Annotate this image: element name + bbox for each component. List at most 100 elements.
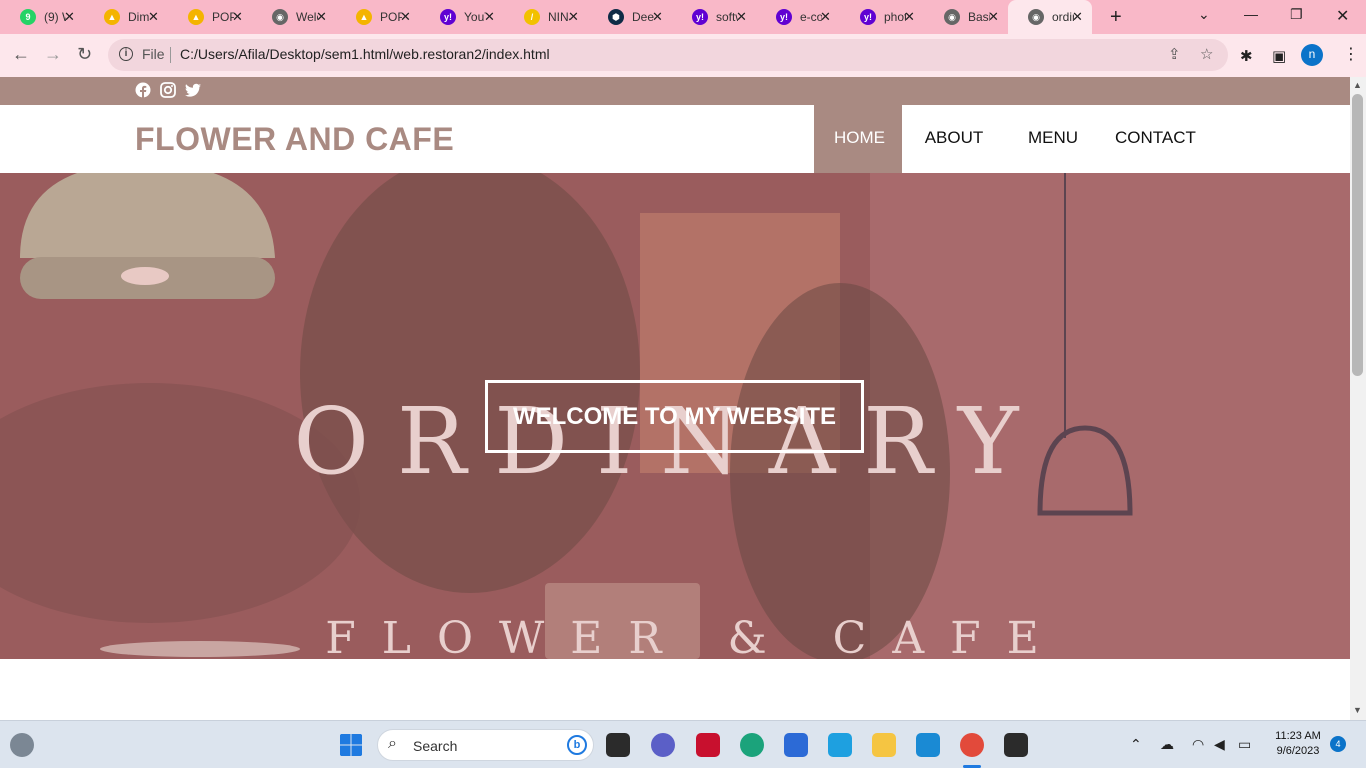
nav-home[interactable]: HOME [814, 105, 902, 173]
start-button[interactable] [339, 733, 363, 757]
browser-tab[interactable]: ◉ Welcome✕ [252, 0, 336, 34]
tab-close-icon[interactable]: ✕ [1072, 9, 1083, 25]
taskbar-clock[interactable]: 11:23 AM 9/6/2023 [1268, 729, 1328, 759]
browser-tab[interactable]: ▲ Dimas✕ [84, 0, 168, 34]
tab-search-icon[interactable]: ⌄ [1198, 6, 1210, 23]
onedrive-icon[interactable]: ☁ [1160, 736, 1174, 753]
browser-tab[interactable]: y! e-commerce✕ [756, 0, 840, 34]
bookmark-star-icon[interactable]: ☆ [1200, 45, 1213, 63]
welcome-box: WELCOME TO MY WEBSITE [485, 380, 864, 453]
browser-tab[interactable]: 9 (9) WhatsApp✕ [0, 0, 84, 34]
tab-close-icon[interactable]: ✕ [400, 9, 411, 25]
store-icon[interactable] [784, 733, 808, 757]
profile-avatar[interactable]: n [1301, 44, 1323, 66]
weather-widget-icon[interactable] [10, 733, 34, 757]
tab-favicon-icon: / [524, 9, 540, 25]
scroll-down-arrow[interactable]: ▼ [1353, 705, 1362, 715]
tab-close-icon[interactable]: ✕ [904, 9, 915, 25]
hero-sign-bottom: FLOWER & CAFE [325, 613, 1065, 659]
instagram-icon[interactable] [160, 82, 176, 98]
site-info-icon[interactable]: i [119, 47, 133, 61]
browser-tab[interactable]: ◉ Basic✕ [924, 0, 1008, 34]
browser-tab[interactable]: / NINJA✕ [504, 0, 588, 34]
chrome-icon[interactable] [960, 733, 984, 757]
tab-close-icon[interactable]: ✕ [64, 9, 75, 25]
chat-icon[interactable] [651, 733, 675, 757]
vscode-icon[interactable] [916, 733, 940, 757]
tab-favicon-icon: ▲ [104, 9, 120, 25]
volume-icon[interactable]: ◀ [1214, 736, 1225, 753]
tab-title: photo [884, 10, 906, 24]
site-brand[interactable]: FLOWER AND CAFE [135, 121, 454, 158]
new-tab-button[interactable]: + [1110, 6, 1122, 29]
twitter-icon[interactable] [185, 82, 201, 98]
browser-tab[interactable]: ▲ POP ✕ [168, 0, 252, 34]
site-header: FLOWER AND CAFE HOME ABOUT MENU CONTACT [0, 105, 1350, 173]
edge-icon[interactable] [740, 733, 764, 757]
tab-close-icon[interactable]: ✕ [736, 9, 747, 25]
taskbar-search[interactable]: ⌕ Search b [377, 729, 594, 761]
scrollbar-thumb[interactable] [1352, 94, 1363, 376]
nav-contact[interactable]: CONTACT [1093, 105, 1213, 173]
nav-menu[interactable]: MENU [1006, 105, 1093, 173]
tab-title: YouTube [464, 10, 486, 24]
browser-tab[interactable]: y! software✕ [672, 0, 756, 34]
minimize-button[interactable]: — [1244, 6, 1258, 22]
l-app-icon[interactable] [828, 733, 852, 757]
tab-title: Basic [968, 10, 990, 24]
wifi-icon[interactable]: ◠ [1192, 736, 1204, 753]
url-text[interactable]: C:/Users/Afila/Desktop/sem1.html/web.res… [180, 46, 550, 62]
tab-close-icon[interactable]: ✕ [232, 9, 243, 25]
tab-favicon-icon: ◉ [944, 9, 960, 25]
tab-favicon-icon: ◉ [1028, 9, 1044, 25]
notification-badge[interactable]: 4 [1330, 736, 1346, 752]
tab-favicon-icon: y! [776, 9, 792, 25]
address-prefix: File [142, 46, 165, 62]
browser-tab[interactable]: ◉ ordinary✕ [1008, 0, 1092, 34]
tab-close-icon[interactable]: ✕ [568, 9, 579, 25]
share-icon[interactable]: ⇪ [1168, 45, 1181, 63]
social-strip [0, 77, 1350, 105]
clock-date: 9/6/2023 [1276, 745, 1320, 757]
tab-title: NINJA [548, 10, 570, 24]
task-view-icon[interactable] [606, 733, 630, 757]
tab-close-icon[interactable]: ✕ [652, 9, 663, 25]
tab-close-icon[interactable]: ✕ [820, 9, 831, 25]
page-viewport: FLOWER AND CAFE HOME ABOUT MENU CONTACT … [0, 77, 1350, 720]
browser-tab[interactable]: y! YouTube✕ [420, 0, 504, 34]
search-icon: ⌕ [388, 735, 397, 752]
back-button[interactable]: ← [12, 44, 30, 65]
side-panel-icon[interactable]: ▣ [1272, 47, 1286, 65]
browser-tab[interactable]: y! photo✕ [840, 0, 924, 34]
close-window-button[interactable]: ✕ [1336, 6, 1349, 26]
scroll-up-arrow[interactable]: ▲ [1353, 80, 1362, 90]
browser-tab[interactable]: ▲ POP ✕ [336, 0, 420, 34]
nav-about[interactable]: ABOUT [902, 105, 1006, 173]
tab-title: ordinary [1052, 10, 1074, 24]
tab-favicon-icon: ◉ [272, 9, 288, 25]
tab-close-icon[interactable]: ✕ [988, 9, 999, 25]
tab-close-icon[interactable]: ✕ [148, 9, 159, 25]
browser-tab[interactable]: ⬢ DeepL✕ [588, 0, 672, 34]
battery-icon[interactable]: ▭ [1238, 736, 1251, 753]
browser-toolbar: ← → ↻ i File C:/Users/Afila/Desktop/sem1… [0, 34, 1366, 77]
tab-title: software [716, 10, 738, 24]
browser-menu-icon[interactable]: ⋮ [1343, 44, 1359, 64]
tab-close-icon[interactable]: ✕ [484, 9, 495, 25]
tab-favicon-icon: y! [860, 9, 876, 25]
tab-favicon-icon: y! [692, 9, 708, 25]
browser-tab-bar: 9(9) WhatsApp✕▲Dimas✕▲POP✕◉Welcome✕▲POP✕… [0, 0, 1366, 34]
reload-button[interactable]: ↻ [77, 44, 92, 65]
maximize-button[interactable]: ❐ [1290, 6, 1303, 23]
bing-icon[interactable]: b [567, 735, 587, 755]
tab-favicon-icon: ⬢ [608, 9, 624, 25]
file-explorer-icon[interactable] [872, 733, 896, 757]
address-bar[interactable]: i File C:/Users/Afila/Desktop/sem1.html/… [108, 39, 1228, 71]
facebook-icon[interactable] [135, 82, 151, 98]
mcafee-icon[interactable] [696, 733, 720, 757]
tab-close-icon[interactable]: ✕ [316, 9, 327, 25]
forward-button[interactable]: → [44, 44, 62, 65]
tray-chevron-icon[interactable]: ⌃ [1130, 736, 1142, 753]
extensions-icon[interactable]: ✱ [1240, 47, 1253, 65]
terminal-icon[interactable] [1004, 733, 1028, 757]
